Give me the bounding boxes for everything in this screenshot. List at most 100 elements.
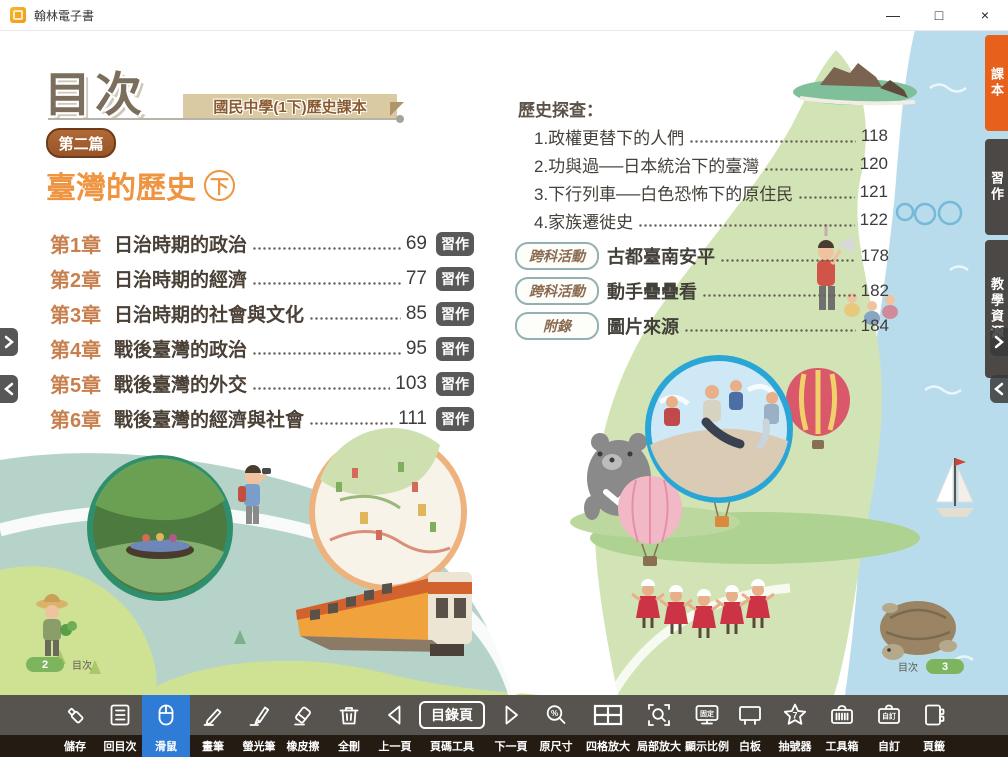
toolbar-four-grid-zoom-button[interactable]: 四格放大 bbox=[579, 695, 637, 757]
svg-text:7: 7 bbox=[792, 711, 797, 721]
chapter-row-3[interactable]: 第3章 日治時期的社會與文化 85 習作 bbox=[50, 296, 474, 331]
chapter-row-5[interactable]: 第5章 戰後臺灣的外交 103 習作 bbox=[50, 366, 474, 401]
minimize-button[interactable]: — bbox=[870, 0, 916, 30]
activity-row-3[interactable]: 附錄 圖片來源 184 bbox=[515, 308, 889, 343]
chapter-page-number: 77 bbox=[406, 268, 427, 290]
explore-list: 1.政權更替下的人們 118 2.功與過──日本統治下的臺灣 120 3.下行列… bbox=[534, 122, 888, 234]
explore-page-number: 120 bbox=[860, 154, 888, 174]
toolbar-original-size-button[interactable]: % 原尺寸 bbox=[528, 695, 584, 757]
illustration-turtle bbox=[880, 601, 957, 660]
explore-page-number: 122 bbox=[860, 210, 888, 230]
star-number-icon: 7 bbox=[782, 695, 808, 735]
toolbar-label: 上一頁 bbox=[379, 735, 412, 757]
right-page-footer: 目次 3 bbox=[898, 659, 964, 674]
chapter-row-4[interactable]: 第4章 戰後臺灣的政治 95 習作 bbox=[50, 331, 474, 366]
workbook-badge[interactable]: 習作 bbox=[436, 372, 474, 396]
toolbar-label: 四格放大 bbox=[586, 735, 630, 757]
toolbar-label: 螢光筆 bbox=[243, 735, 276, 757]
toc-list-icon bbox=[107, 695, 133, 735]
toolbar-prev-page-button[interactable]: 上一頁 bbox=[372, 695, 418, 757]
window-controls: — □ × bbox=[870, 0, 1008, 30]
page-title: 目次 bbox=[44, 56, 146, 125]
sidebar-tab-workbook[interactable]: 習作 bbox=[985, 139, 1008, 235]
window-titlebar: 翰林電子書 — □ × bbox=[0, 0, 1008, 31]
toolbar-toolbox-button[interactable]: 工具箱 bbox=[819, 695, 865, 757]
pencil-icon bbox=[200, 695, 226, 735]
chapter-title: 日治時期的經濟 bbox=[114, 265, 247, 292]
explore-title: 2.功與過──日本統治下的臺灣 bbox=[534, 152, 759, 177]
explore-page-number: 118 bbox=[861, 126, 888, 146]
toolbar-custom-button[interactable]: 自訂 自訂 bbox=[866, 695, 912, 757]
left-edge-next-button[interactable] bbox=[0, 328, 18, 356]
toolbar-label: 白板 bbox=[739, 735, 761, 757]
workbook-badge[interactable]: 習作 bbox=[436, 407, 474, 431]
sidebar-tab-teaching-resources[interactable]: 教學資源 bbox=[985, 240, 1008, 378]
chapter-page-number: 85 bbox=[406, 303, 427, 325]
sidebar-tab-textbook[interactable]: 課本 bbox=[985, 35, 1008, 131]
chapter-page-number: 95 bbox=[406, 338, 427, 360]
dotted-leader bbox=[252, 387, 390, 390]
bottom-toolbar: 儲存 回目次 滑鼠 畫筆 螢光筆 橡皮擦 全刪 bbox=[0, 695, 1008, 757]
header-divider bbox=[48, 118, 396, 120]
maximize-button[interactable]: □ bbox=[916, 0, 962, 30]
close-button[interactable]: × bbox=[962, 0, 1008, 30]
toolbar-label: 全刪 bbox=[338, 735, 360, 757]
toolbar-label: 下一頁 bbox=[495, 735, 528, 757]
chapter-row-2[interactable]: 第2章 日治時期的經濟 77 習作 bbox=[50, 261, 474, 296]
dotted-leader bbox=[684, 329, 856, 332]
toolbar-back-to-toc-button[interactable]: 回目次 bbox=[91, 695, 149, 757]
activity-row-2[interactable]: 跨科活動 動手疊疊看 182 bbox=[515, 273, 889, 308]
toolbar-label: 滑鼠 bbox=[155, 735, 177, 757]
toolbar-page-tabs-button[interactable]: 頁籤 bbox=[911, 695, 957, 757]
toolbar-label: 工具箱 bbox=[826, 735, 859, 757]
app-icon bbox=[10, 7, 26, 23]
toc-page-button[interactable]: 目錄頁 bbox=[419, 701, 485, 729]
toolbar-delete-all-button[interactable]: 全刪 bbox=[326, 695, 372, 757]
workbook-badge[interactable]: 習作 bbox=[436, 302, 474, 326]
dotted-leader bbox=[689, 140, 856, 143]
workbook-badge[interactable]: 習作 bbox=[436, 337, 474, 361]
fixed-ratio-monitor-icon: 固定 bbox=[694, 695, 720, 735]
page-footer-label: 目次 bbox=[898, 659, 918, 674]
left-edge-prev-button[interactable] bbox=[0, 375, 18, 403]
chapter-row-1[interactable]: 第1章 日治時期的政治 69 習作 bbox=[50, 226, 474, 261]
page-footer-label: 目次 bbox=[72, 657, 92, 672]
toolbar-mouse-button[interactable]: 滑鼠 bbox=[142, 695, 190, 757]
section-title: 臺灣的歷史 下 bbox=[46, 163, 235, 207]
toolbar-eraser-button[interactable]: 橡皮擦 bbox=[274, 695, 332, 757]
chevron-left-icon bbox=[4, 382, 14, 396]
section-volume-mark: 下 bbox=[204, 170, 235, 201]
workbook-badge[interactable]: 習作 bbox=[436, 232, 474, 256]
activity-row-1[interactable]: 跨科活動 古都臺南安平 178 bbox=[515, 238, 889, 273]
chapter-number: 第5章 bbox=[50, 369, 114, 398]
svg-text:自訂: 自訂 bbox=[882, 712, 896, 721]
four-grid-icon bbox=[593, 695, 623, 735]
toolbar-number-picker-button[interactable]: 7 抽號器 bbox=[772, 695, 818, 757]
trash-icon bbox=[336, 695, 362, 735]
toolbar-page-tool-button[interactable]: 目錄頁 頁碼工具 bbox=[414, 695, 490, 757]
explore-row-1[interactable]: 1.政權更替下的人們 118 bbox=[534, 122, 888, 150]
dotted-leader bbox=[764, 168, 854, 171]
toolbar-label: 回目次 bbox=[104, 735, 137, 757]
toolbar-whiteboard-button[interactable]: 白板 bbox=[727, 695, 773, 757]
dotted-leader bbox=[720, 259, 856, 262]
appendix-badge: 附錄 bbox=[515, 312, 599, 340]
chapter-title: 戰後臺灣的經濟與社會 bbox=[114, 405, 304, 432]
explore-row-3[interactable]: 3.下行列車──白色恐怖下的原住民 121 bbox=[534, 178, 888, 206]
workbook-badge[interactable]: 習作 bbox=[436, 267, 474, 291]
explore-row-4[interactable]: 4.家族遷徙史 122 bbox=[534, 206, 888, 234]
explore-row-2[interactable]: 2.功與過──日本統治下的臺灣 120 bbox=[534, 150, 888, 178]
dotted-leader bbox=[309, 422, 393, 425]
eraser-icon bbox=[290, 695, 316, 735]
flash-drive-icon bbox=[62, 695, 88, 735]
chevron-right-icon bbox=[4, 335, 14, 349]
explore-section-header: 歷史探查： bbox=[518, 96, 603, 121]
right-edge-next-button[interactable] bbox=[990, 328, 1008, 356]
toolbar-label: 橡皮擦 bbox=[287, 735, 320, 757]
chapter-row-6[interactable]: 第6章 戰後臺灣的經濟與社會 111 習作 bbox=[50, 401, 474, 436]
photo-dancers bbox=[648, 358, 790, 500]
area-zoom-icon bbox=[646, 695, 672, 735]
chapter-title: 日治時期的社會與文化 bbox=[114, 300, 304, 327]
activity-page-number: 184 bbox=[861, 316, 889, 336]
right-edge-prev-button[interactable] bbox=[990, 375, 1008, 403]
